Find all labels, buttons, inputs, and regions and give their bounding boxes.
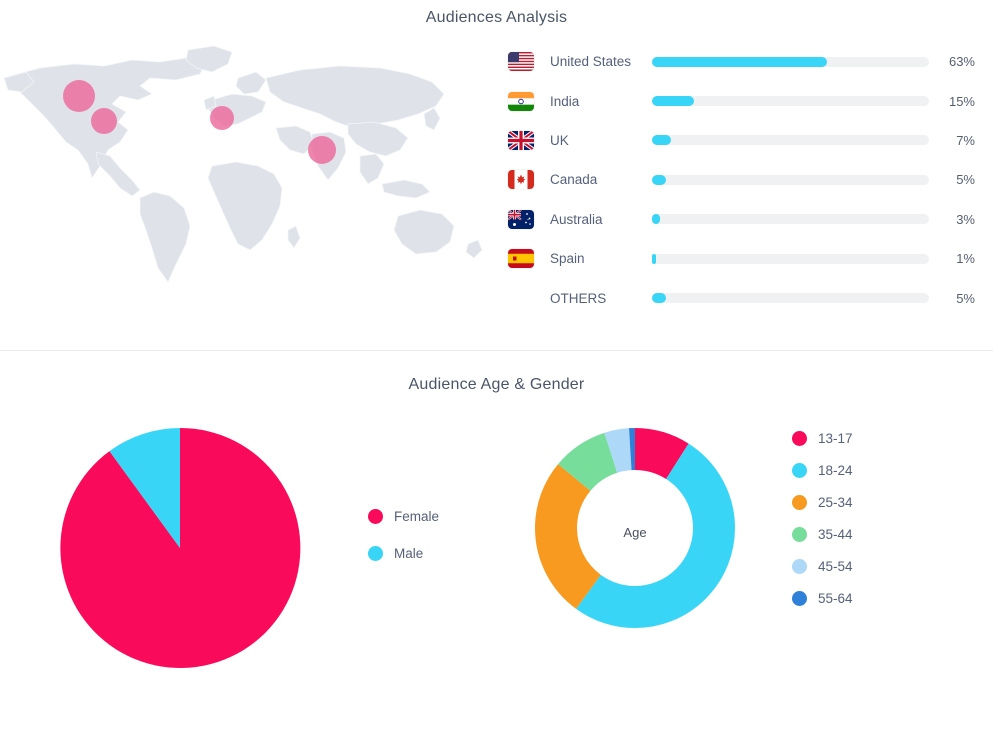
flag-ca-icon: [508, 170, 534, 190]
table-row[interactable]: United States 63%: [500, 42, 983, 81]
legend-item-13-17[interactable]: 13-17: [792, 431, 993, 446]
age-donut-holder: Age: [500, 403, 770, 653]
legend-dot-18-24: [792, 463, 807, 478]
country-bar-track: [652, 253, 929, 264]
gender-pie-holder: [0, 424, 360, 672]
table-row[interactable]: OTHERS 5%: [500, 278, 983, 317]
legend-item-female[interactable]: Female: [368, 509, 500, 524]
pie-slice-female[interactable]: [60, 427, 301, 668]
charts-row: Female Male Age 13-17 18-24 25-34 35-44 …: [0, 403, 993, 703]
country-name: Canada: [550, 172, 598, 188]
legend-label: 25-34: [818, 495, 853, 510]
legend-dot-25-34: [792, 495, 807, 510]
gender-pie-chart[interactable]: [56, 424, 304, 672]
legend-item-35-44[interactable]: 35-44: [792, 527, 993, 542]
country-name: Spain: [550, 251, 585, 267]
flag-au-icon: [508, 209, 534, 229]
country-percent: 1%: [956, 251, 975, 267]
legend-item-55-64[interactable]: 55-64: [792, 591, 993, 606]
legend-label: Female: [394, 509, 440, 524]
audience-age-gender-section: Audience Age & Gender Female Male Age 13…: [0, 351, 993, 731]
country-bar-track: [652, 174, 929, 185]
audiences-body: United States 63% India 15% UK 7% Canada…: [0, 38, 993, 338]
age-chart-block: Age 13-17 18-24 25-34 35-44 45-54 55-64: [500, 403, 993, 693]
country-percent: 63%: [948, 54, 975, 70]
country-bar-fill: [652, 174, 666, 185]
flag-us-icon: [508, 52, 534, 72]
flag-placeholder-icon: [508, 289, 534, 308]
legend-label: 45-54: [818, 559, 853, 574]
legend-label: Male: [394, 546, 424, 561]
country-bar-track: [652, 96, 929, 107]
country-name: India: [550, 93, 580, 109]
table-row[interactable]: UK 7%: [500, 121, 983, 160]
country-bar-track: [652, 135, 929, 146]
country-name: OTHERS: [550, 290, 607, 306]
legend-dot-45-54: [792, 559, 807, 574]
age-legend: 13-17 18-24 25-34 35-44 45-54 55-64: [770, 403, 993, 623]
audiences-analysis-title: Audiences Analysis: [425, 9, 568, 26]
audiences-analysis-section: Audiences Analysis United States 63% Ind…: [0, 0, 993, 351]
table-row[interactable]: Australia 3%: [500, 200, 983, 239]
donut-center-label: Age: [623, 525, 647, 540]
legend-label: 35-44: [818, 527, 853, 542]
country-bar-track: [652, 214, 929, 225]
country-percent: 3%: [956, 211, 975, 227]
legend-label: 13-17: [818, 431, 853, 446]
flag-es-icon: [508, 249, 534, 269]
country-name: United States: [550, 54, 632, 70]
table-row[interactable]: Canada 5%: [500, 160, 983, 199]
country-percent: 15%: [948, 93, 975, 109]
table-row[interactable]: India 15%: [500, 81, 983, 120]
legend-dot-55-64: [792, 591, 807, 606]
country-bar-track: [652, 56, 929, 67]
country-bar-fill: [652, 96, 694, 107]
country-bar-track: [652, 293, 929, 304]
country-breakdown-list: United States 63% India 15% UK 7% Canada…: [500, 38, 993, 338]
audiences-dashboard: Audiences Analysis United States 63% Ind…: [0, 0, 993, 731]
flag-gb-icon: [508, 130, 534, 150]
country-bar-fill: [652, 56, 827, 67]
country-bar-fill: [652, 293, 666, 304]
country-percent: 7%: [956, 132, 975, 148]
country-bar-fill: [652, 214, 661, 225]
audience-age-gender-title: Audience Age & Gender: [408, 376, 585, 393]
legend-dot-male: [368, 546, 383, 561]
legend-item-male[interactable]: Male: [368, 546, 500, 561]
country-percent: 5%: [956, 172, 975, 188]
legend-item-45-54[interactable]: 45-54: [792, 559, 993, 574]
gender-legend: Female Male: [360, 509, 500, 587]
country-percent: 5%: [956, 290, 975, 306]
legend-label: 18-24: [818, 463, 853, 478]
legend-dot-13-17: [792, 431, 807, 446]
world-map[interactable]: [0, 38, 500, 328]
country-bar-fill: [652, 253, 656, 264]
legend-item-25-34[interactable]: 25-34: [792, 495, 993, 510]
world-map-svg: [3, 45, 483, 283]
gender-chart-block: Female Male: [0, 403, 500, 693]
flag-in-icon: [508, 91, 534, 111]
table-row[interactable]: Spain 1%: [500, 239, 983, 278]
country-name: Australia: [550, 211, 603, 227]
legend-dot-female: [368, 509, 383, 524]
legend-item-18-24[interactable]: 18-24: [792, 463, 993, 478]
country-bar-fill: [652, 135, 672, 146]
country-name: UK: [550, 132, 569, 148]
legend-dot-35-44: [792, 527, 807, 542]
legend-label: 55-64: [818, 591, 853, 606]
